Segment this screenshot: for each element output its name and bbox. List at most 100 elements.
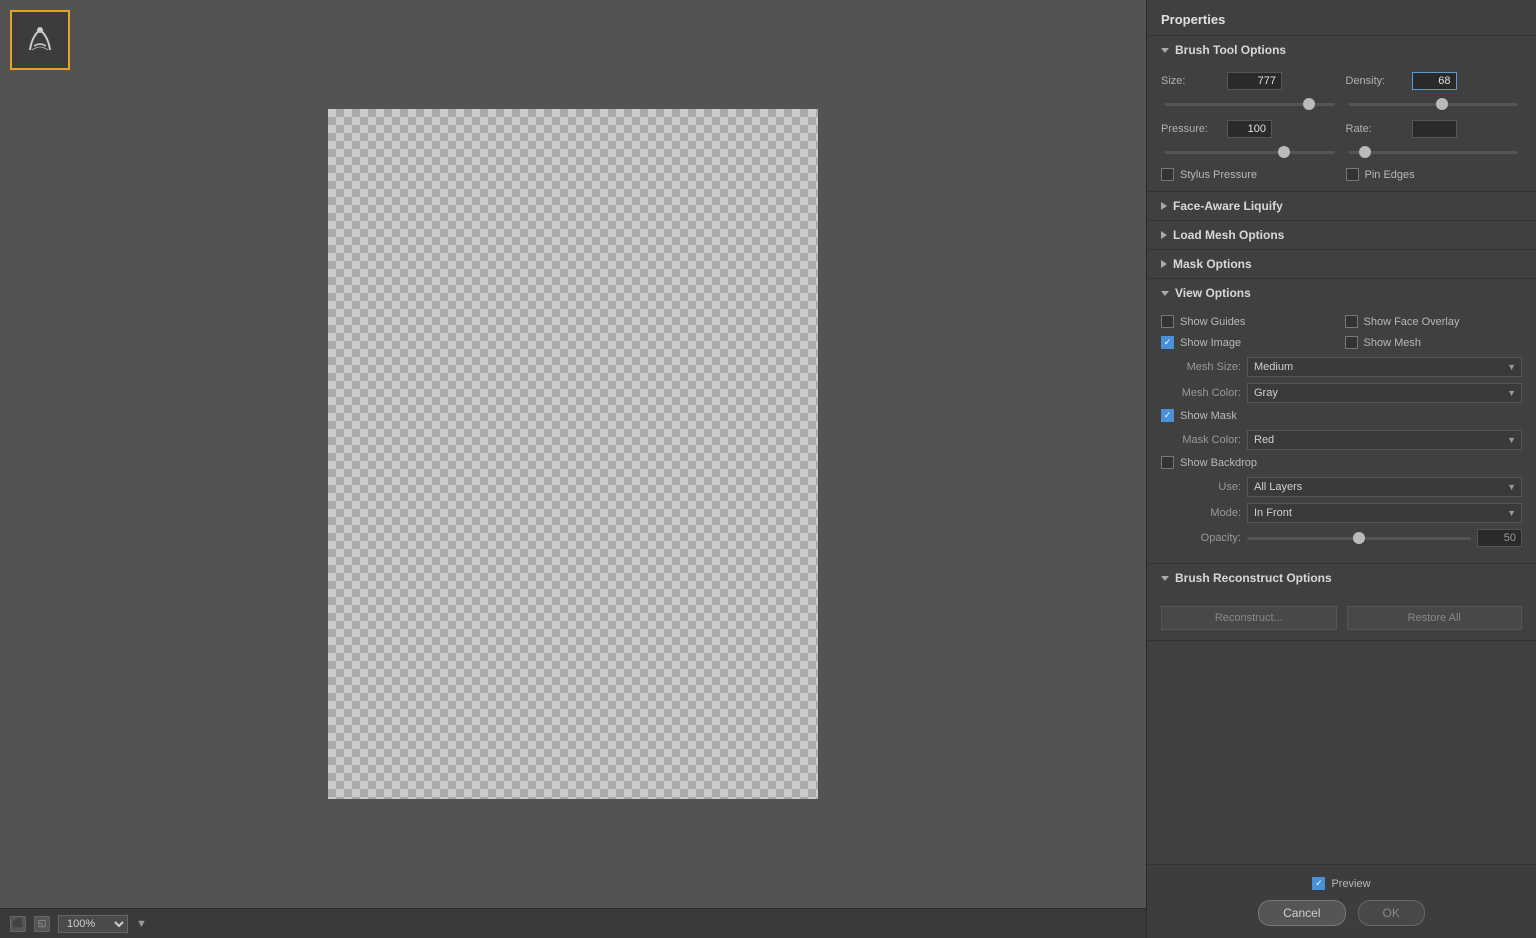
backdrop-mode-dropdown-wrapper: In Front Behind Blend ▼	[1247, 503, 1522, 523]
nav-icon-1[interactable]: ⬛	[10, 916, 26, 932]
view-options-expand-icon	[1161, 291, 1169, 296]
size-slider-handle[interactable]	[1303, 98, 1315, 110]
mesh-color-dropdown-wrapper: Gray Red Blue Green ▼	[1247, 383, 1522, 403]
pressure-input[interactable]	[1227, 120, 1272, 138]
brush-reconstruct-expand-icon	[1161, 576, 1169, 581]
show-backdrop-checkbox[interactable]	[1161, 456, 1174, 469]
size-group: Size:	[1161, 72, 1338, 90]
brush-tool-header[interactable]: Brush Tool Options	[1147, 36, 1536, 64]
mask-options-title: Mask Options	[1173, 257, 1252, 271]
show-mesh-checkbox[interactable]	[1345, 336, 1358, 349]
mask-options-header[interactable]: Mask Options	[1147, 250, 1536, 278]
transparency-checker	[328, 109, 818, 799]
zoom-dropdown-arrow: ▼	[136, 918, 147, 930]
backdrop-mode-select[interactable]: In Front Behind Blend	[1247, 503, 1522, 523]
zoom-select[interactable]: 100% 50% 200%	[58, 915, 128, 933]
density-group: Density:	[1346, 72, 1523, 90]
show-mask-row: Show Mask	[1161, 409, 1522, 422]
rate-slider-handle[interactable]	[1359, 146, 1371, 158]
backdrop-use-dropdown-wrapper: All Layers Layer 1 ▼	[1247, 477, 1522, 497]
backdrop-opacity-row: Opacity:	[1161, 529, 1522, 547]
pressure-group: Pressure:	[1161, 120, 1338, 138]
opacity-slider-handle[interactable]	[1353, 532, 1365, 544]
ok-button[interactable]: OK	[1358, 900, 1425, 926]
show-guides-checkbox[interactable]	[1161, 315, 1174, 328]
pin-edges-label: Pin Edges	[1365, 169, 1415, 181]
pin-edges-row: Pin Edges	[1346, 168, 1523, 181]
rate-slider[interactable]	[1345, 144, 1523, 160]
mask-color-row: Mask Color: Red Green Blue ▼	[1161, 430, 1522, 450]
mask-options-section: Mask Options	[1147, 250, 1536, 279]
show-image-checkbox[interactable]	[1161, 336, 1174, 349]
status-bar: ⬛ ◱ 100% 50% 200% ▼	[0, 908, 1146, 938]
density-label: Density:	[1346, 75, 1406, 87]
load-mesh-expand-icon	[1161, 231, 1167, 239]
load-mesh-header[interactable]: Load Mesh Options	[1147, 221, 1536, 249]
stylus-pressure-row: Stylus Pressure	[1161, 168, 1338, 181]
density-slider[interactable]	[1345, 96, 1523, 112]
size-slider-row	[1161, 96, 1522, 112]
panel-title: Properties	[1147, 0, 1536, 36]
mesh-size-label: Mesh Size:	[1161, 361, 1241, 373]
backdrop-use-label: Use:	[1161, 481, 1241, 493]
reconstruct-button[interactable]: Reconstruct...	[1161, 606, 1337, 630]
opacity-input[interactable]	[1477, 529, 1522, 547]
preview-row: Preview	[1161, 877, 1522, 890]
panel-footer: Preview Cancel OK	[1147, 864, 1536, 938]
reconstruct-buttons: Reconstruct... Restore All	[1161, 606, 1522, 630]
size-label: Size:	[1161, 75, 1221, 87]
backdrop-use-row: Use: All Layers Layer 1 ▼	[1161, 477, 1522, 497]
size-input[interactable]	[1227, 72, 1282, 90]
rate-input[interactable]	[1412, 120, 1457, 138]
nav-icon-2[interactable]: ◱	[34, 916, 50, 932]
show-face-overlay-checkbox[interactable]	[1345, 315, 1358, 328]
show-image-label: Show Image	[1180, 337, 1241, 349]
cancel-button[interactable]: Cancel	[1258, 900, 1345, 926]
view-checkboxes-1: Show Guides Show Face Overlay	[1161, 315, 1522, 328]
main-layout: ⬛ ◱ 100% 50% 200% ▼ Properties Brush Too…	[0, 0, 1536, 938]
brush-reconstruct-section: Brush Reconstruct Options Reconstruct...…	[1147, 564, 1536, 641]
restore-all-button[interactable]: Restore All	[1347, 606, 1523, 630]
opacity-control	[1247, 529, 1522, 547]
show-face-overlay-label: Show Face Overlay	[1364, 316, 1460, 328]
show-backdrop-row: Show Backdrop	[1161, 456, 1522, 469]
canvas-image-container[interactable]	[328, 109, 818, 799]
view-options-header[interactable]: View Options	[1147, 279, 1536, 307]
face-aware-header[interactable]: Face-Aware Liquify	[1147, 192, 1536, 220]
density-input[interactable]	[1412, 72, 1457, 90]
preview-checkbox[interactable]	[1312, 877, 1325, 890]
mask-color-dropdown-wrapper: Red Green Blue ▼	[1247, 430, 1522, 450]
backdrop-mode-row: Mode: In Front Behind Blend ▼	[1161, 503, 1522, 523]
pressure-slider[interactable]	[1161, 144, 1339, 160]
brush-reconstruct-header[interactable]: Brush Reconstruct Options	[1147, 564, 1536, 592]
mesh-size-select[interactable]: Medium Small Large	[1247, 357, 1522, 377]
stylus-pressure-label: Stylus Pressure	[1180, 169, 1257, 181]
view-options-content: Show Guides Show Face Overlay Show Image	[1147, 307, 1536, 563]
rate-slider-track	[1349, 151, 1519, 154]
backdrop-opacity-label: Opacity:	[1161, 532, 1241, 544]
mask-color-select[interactable]: Red Green Blue	[1247, 430, 1522, 450]
density-slider-handle[interactable]	[1436, 98, 1448, 110]
show-guides-label: Show Guides	[1180, 316, 1245, 328]
brush-tool-section: Brush Tool Options Size: Density:	[1147, 36, 1536, 192]
face-aware-section: Face-Aware Liquify	[1147, 192, 1536, 221]
show-mask-checkbox[interactable]	[1161, 409, 1174, 422]
stylus-pressure-checkbox[interactable]	[1161, 168, 1174, 181]
pin-edges-checkbox[interactable]	[1346, 168, 1359, 181]
opacity-slider-track	[1247, 537, 1471, 540]
brush-tool-title: Brush Tool Options	[1175, 43, 1286, 57]
pressure-slider-handle[interactable]	[1278, 146, 1290, 158]
show-face-overlay-row: Show Face Overlay	[1345, 315, 1523, 328]
properties-panel: Properties Brush Tool Options Size: Dens…	[1146, 0, 1536, 938]
backdrop-use-select[interactable]: All Layers Layer 1	[1247, 477, 1522, 497]
mask-color-label: Mask Color:	[1161, 434, 1241, 446]
size-slider[interactable]	[1161, 96, 1339, 112]
opacity-slider[interactable]	[1247, 530, 1471, 546]
rate-label: Rate:	[1346, 123, 1406, 135]
show-image-row: Show Image	[1161, 336, 1339, 349]
canvas-wrapper	[0, 0, 1146, 908]
mesh-color-select[interactable]: Gray Red Blue Green	[1247, 383, 1522, 403]
view-checkboxes-2: Show Image Show Mesh	[1161, 336, 1522, 349]
backdrop-mode-label: Mode:	[1161, 507, 1241, 519]
mesh-color-row: Mesh Color: Gray Red Blue Green ▼	[1161, 383, 1522, 403]
